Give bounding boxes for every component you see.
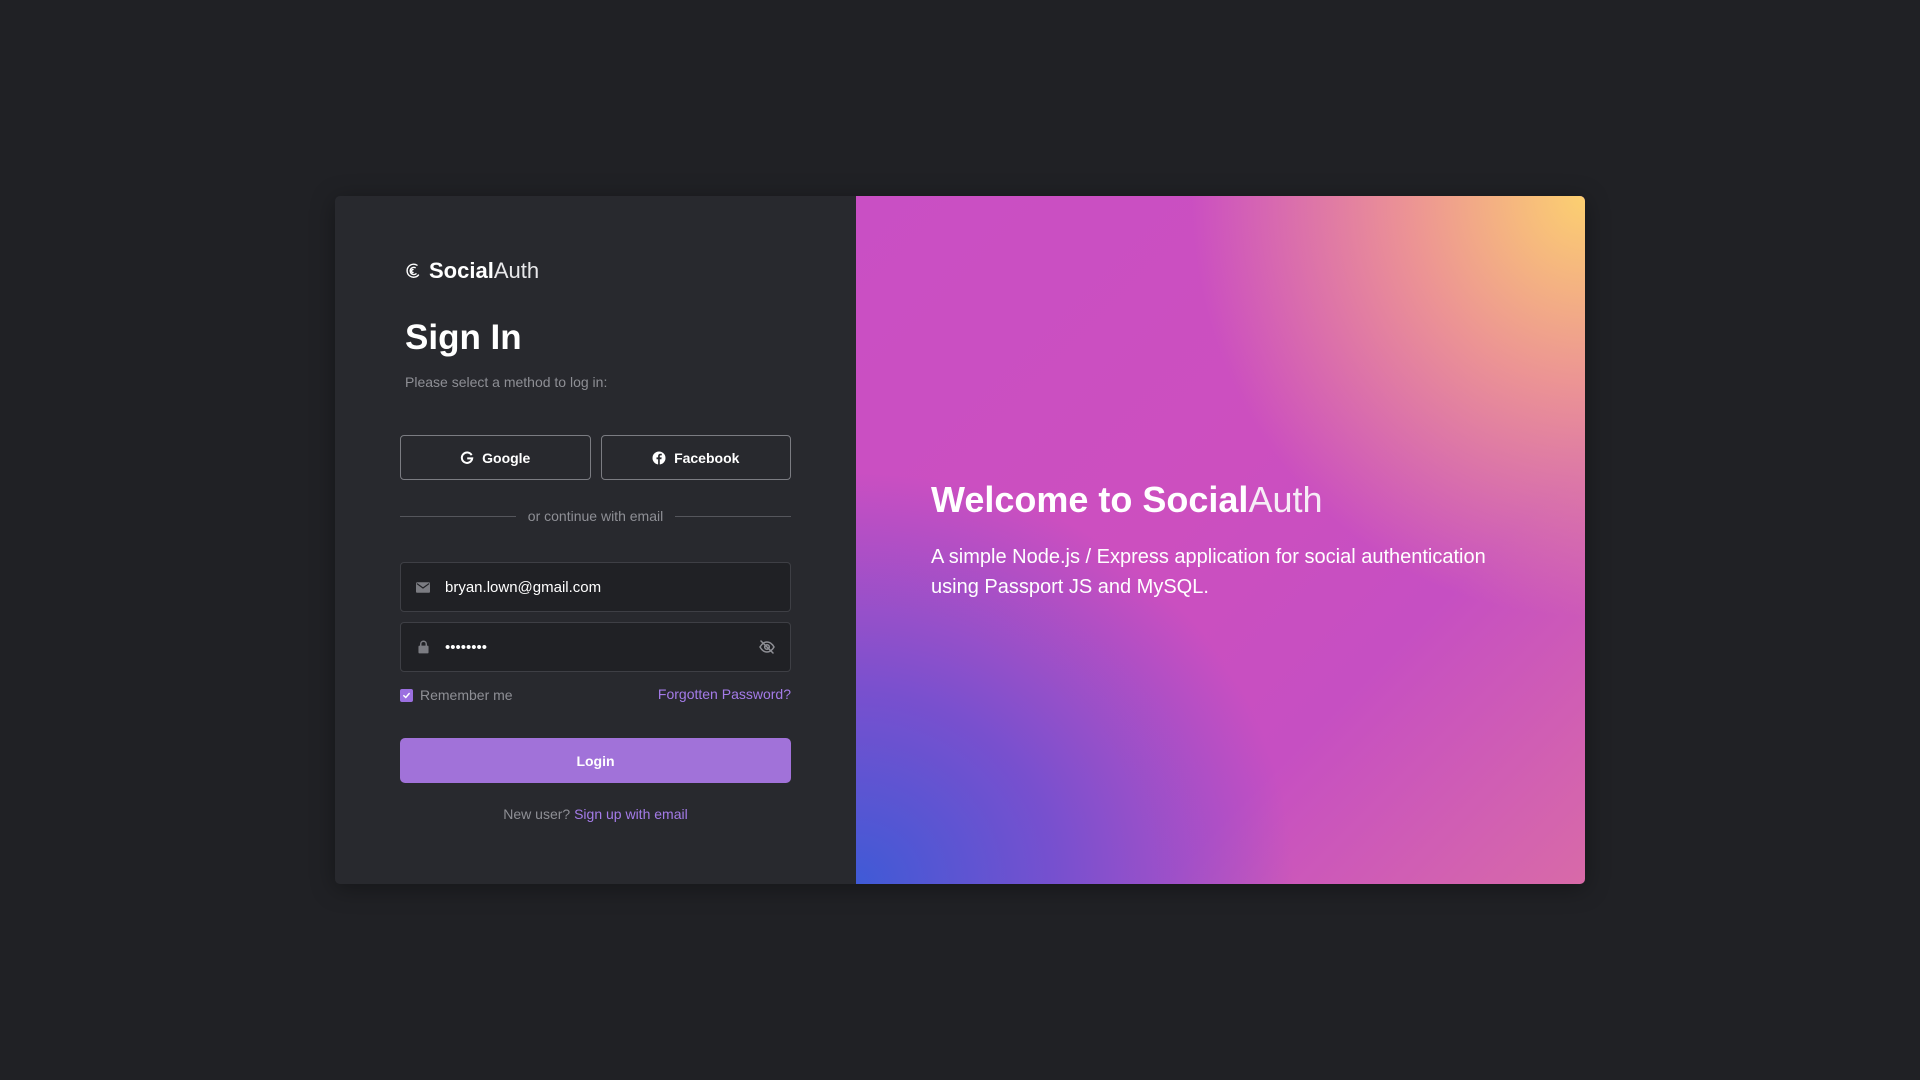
welcome-title-light: Auth xyxy=(1248,479,1323,520)
fingerprint-icon xyxy=(406,263,420,278)
forgot-password-link[interactable]: Forgotten Password? xyxy=(658,686,791,702)
eye-slash-icon[interactable] xyxy=(758,638,776,656)
facebook-icon xyxy=(652,451,666,464)
remember-me[interactable]: Remember me xyxy=(400,687,513,703)
login-button[interactable]: Login xyxy=(400,738,791,783)
email-divider: or continue with email xyxy=(400,508,791,524)
welcome-panel: Welcome to SocialAuth A simple Node.js /… xyxy=(856,196,1585,884)
google-label: Google xyxy=(482,449,531,466)
divider-line-left xyxy=(400,515,516,517)
facebook-login-button[interactable]: Facebook xyxy=(600,435,791,480)
remember-checkbox[interactable] xyxy=(400,688,413,702)
brand-logo: SocialAuth xyxy=(405,258,539,284)
password-field xyxy=(400,622,791,672)
welcome-title: Welcome to SocialAuth xyxy=(931,479,1323,521)
page-title: Sign In xyxy=(405,318,522,357)
google-icon xyxy=(461,451,474,464)
signin-panel: SocialAuth Sign In Please select a metho… xyxy=(335,196,856,884)
divider-line-right xyxy=(675,515,791,517)
email-input[interactable] xyxy=(445,578,776,596)
signup-link[interactable]: Sign up with email xyxy=(574,806,688,822)
envelope-icon xyxy=(415,579,431,595)
remember-label: Remember me xyxy=(420,687,513,703)
brand-name-strong: Social xyxy=(429,258,494,283)
divider-text: or continue with email xyxy=(527,508,664,524)
signup-prompt: New user? Sign up with email xyxy=(400,806,791,822)
new-user-text: New user? xyxy=(503,806,571,822)
lock-icon xyxy=(415,639,431,655)
google-login-button[interactable]: Google xyxy=(400,435,591,480)
email-field xyxy=(400,562,791,612)
facebook-label: Facebook xyxy=(674,449,740,466)
welcome-title-strong: Welcome to Social xyxy=(931,479,1249,520)
welcome-description: A simple Node.js / Express application f… xyxy=(931,546,1486,598)
password-input[interactable] xyxy=(445,638,758,656)
checkmark-icon xyxy=(403,692,410,699)
brand-name-light: Auth xyxy=(493,258,540,283)
auth-card: SocialAuth Sign In Please select a metho… xyxy=(335,196,1585,884)
social-login-row: Google Facebook xyxy=(400,435,791,480)
page-subtitle: Please select a method to log in: xyxy=(405,374,608,390)
